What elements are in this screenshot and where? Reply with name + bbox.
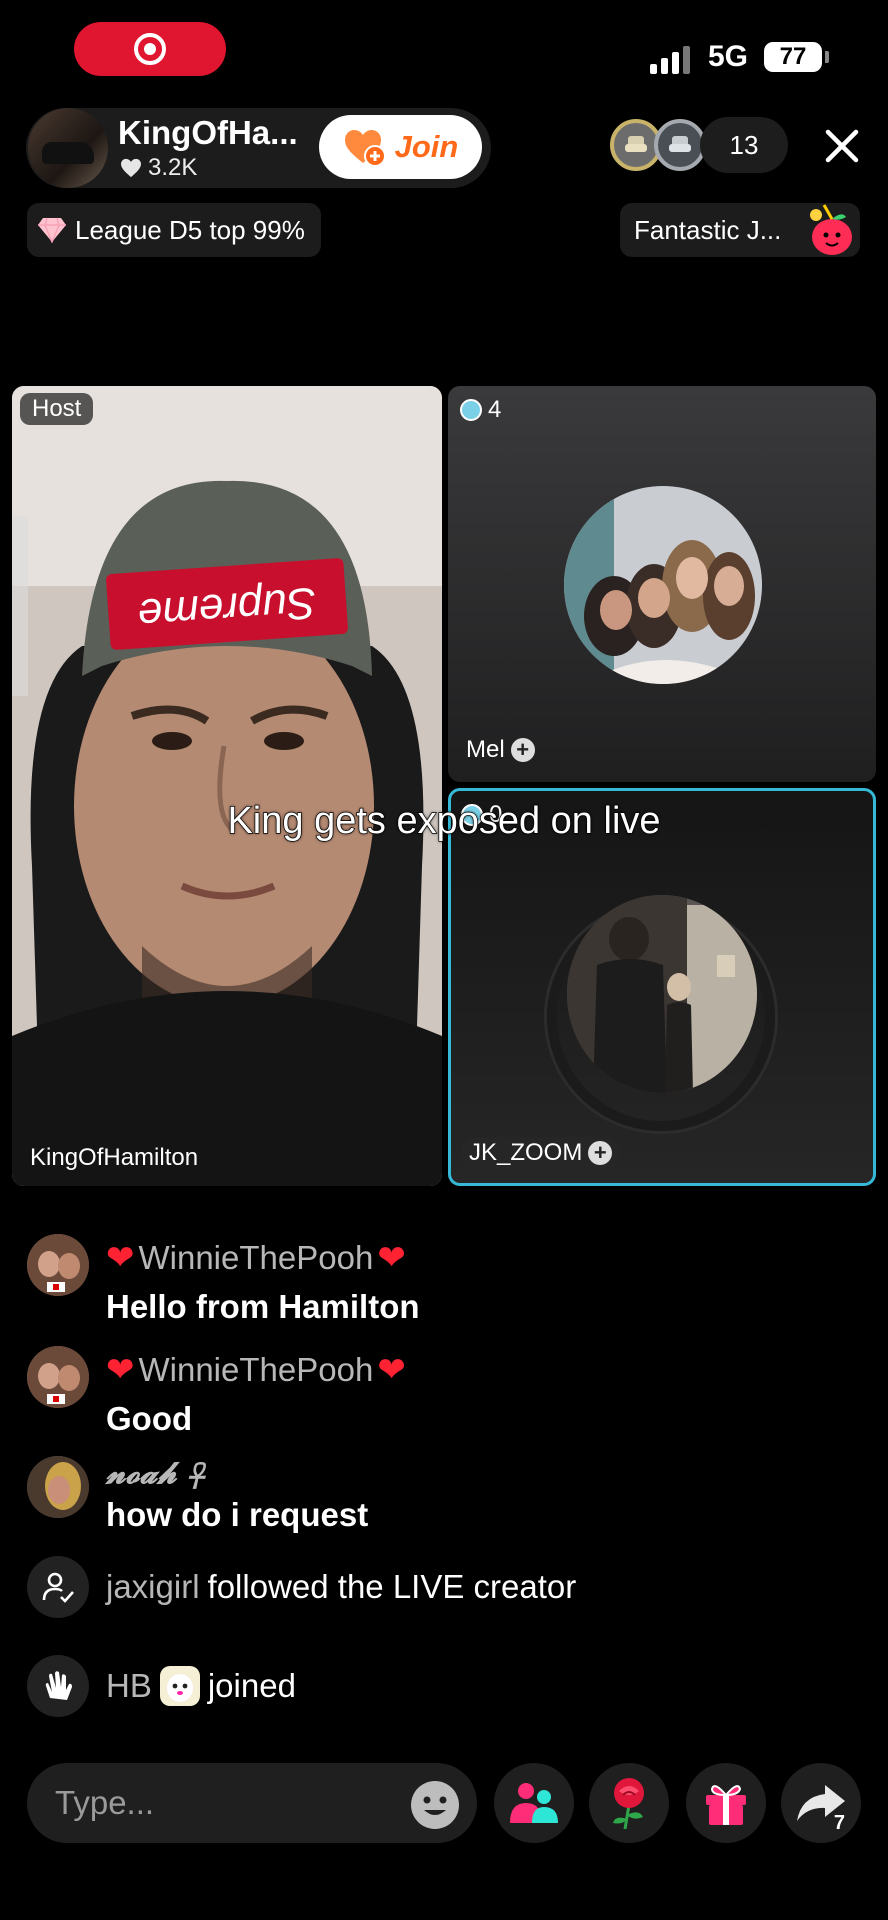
host-name-label[interactable]: KingOfHamilton [22,1142,206,1174]
follow-event: jaxigirl followed the LIVE creator [106,1568,576,1606]
avatar-photo [27,1346,89,1408]
event-chip[interactable]: Fantastic J... [620,203,860,257]
event-username[interactable]: HB [106,1667,152,1705]
gift-button[interactable] [686,1763,766,1843]
top-viewer-2-seat-icon [654,119,706,171]
chat-message: Hello from Hamilton [106,1288,420,1325]
close-icon[interactable] [820,124,864,168]
mirror-selfie-photo [567,895,757,1093]
share-count: 7 [833,1812,845,1834]
chat-avatar[interactable] [27,1346,89,1408]
likes-count: 3.2K [148,154,198,181]
heart-icon: ❤ [106,1351,135,1389]
event-text: joined [207,1667,296,1704]
ghost-emoji-icon [159,1666,200,1706]
guest-jk-avatar[interactable] [567,895,757,1093]
group-photo [564,486,762,684]
host-video-tile[interactable]: Supreme [12,386,442,1186]
event-text: followed the LIVE creator [207,1568,577,1605]
heart-icon: ❤ [377,1351,406,1389]
heart-icon: ❤ [377,1239,406,1277]
guest-mel-avatar[interactable] [564,486,762,684]
guest-video-tile-jk-zoom[interactable]: 0 JK_ZOOM + [448,788,876,1186]
guest1-name: Mel [466,736,505,763]
chat-message: Good [106,1400,193,1437]
user-check-icon [27,1556,89,1618]
rose-icon [613,1778,644,1830]
host-video-label: KingOfHamilton [30,1144,199,1171]
avatar-photo [27,1456,89,1518]
league-label: League D5 top 99% [75,214,305,245]
chat-username[interactable]: ❤ WinnieThePooh ❤ [106,1238,406,1278]
follow-plus-icon[interactable]: + [510,738,535,762]
gem-icon [460,399,482,421]
chat-message: how do i request [106,1496,369,1533]
avatar-photo [27,1234,89,1296]
host-tag: Host [20,393,94,425]
join-event: HB joined [106,1666,296,1706]
battery-tip-icon [825,51,829,63]
guest-video-tile-mel[interactable]: 4 Mel + [448,386,876,782]
rose-gift-button[interactable] [589,1763,669,1843]
join-fan-club-button[interactable]: Join [319,115,482,179]
guest2-name: JK_ZOOM [469,1139,583,1166]
wave-hand-icon [27,1655,89,1717]
diamond-icon [38,217,66,243]
guest-gem-badge: 4 [460,396,501,424]
viewer-count[interactable]: 13 [700,117,788,173]
guest-mel-label[interactable]: Mel + [458,734,543,766]
multi-guest-button[interactable] [494,1763,574,1843]
video-caption-overlay: King gets exposed on live [227,799,661,842]
guest-jk-label[interactable]: JK_ZOOM + [461,1137,621,1169]
top-viewers[interactable] [610,119,706,171]
host-likes: 3.2K [120,154,197,182]
people-icon [510,1783,558,1823]
host-name[interactable]: KingOfHa... [118,114,298,152]
chat-avatar[interactable] [27,1456,89,1518]
host-video-frame: Supreme [12,386,442,1186]
event-chip-label: Fantastic J... [634,214,782,245]
guest1-badge-count: 4 [488,396,502,423]
follow-plus-icon[interactable]: + [588,1141,613,1165]
heart-plus-icon [344,130,386,167]
join-label: Join [394,129,459,164]
event-username[interactable]: jaxigirl [106,1568,200,1606]
host-avatar[interactable] [28,108,108,188]
screen-record-indicator[interactable] [74,22,226,76]
gift-icon [706,1785,746,1825]
chat-username[interactable]: ❤ WinnieThePooh ❤ [106,1350,406,1390]
chat-username[interactable]: 𝓷𝓸𝓪𝓱 ☥ [106,1456,205,1491]
heart-icon: ❤ [106,1239,135,1277]
cellular-signal-icon [650,44,690,74]
share-button[interactable]: 7 [781,1763,861,1843]
battery-level: 77 [764,42,822,72]
heart-icon [121,158,141,178]
emoji-icon[interactable] [410,1780,460,1830]
chat-avatar[interactable] [27,1234,89,1296]
strawberry-drink-icon [810,204,852,255]
network-type: 5G [708,40,749,73]
screen-record-icon [134,33,166,65]
league-badge[interactable]: League D5 top 99% [27,203,321,257]
